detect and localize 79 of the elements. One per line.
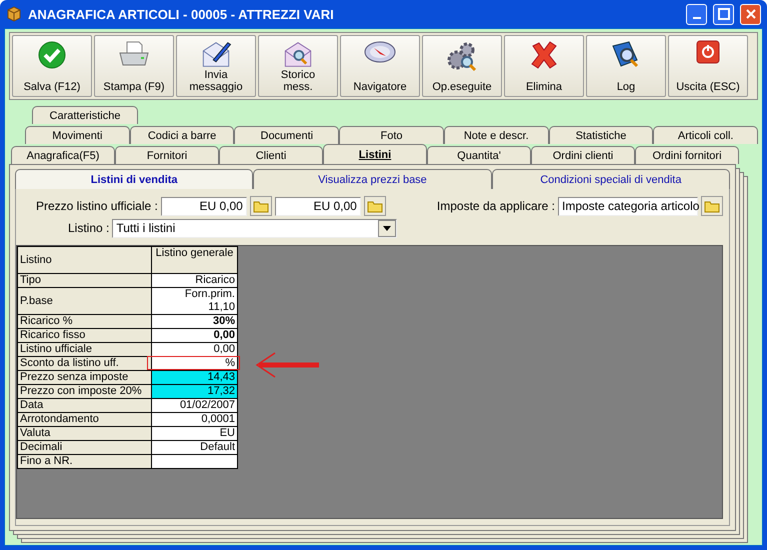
table-cell: Arrotondamento — [18, 412, 152, 426]
toolbar-button[interactable]: Op.eseguite — [422, 35, 502, 97]
table-cell: 14,43 — [152, 370, 238, 384]
compass-icon — [363, 40, 397, 64]
field-label: Prezzo listino ufficiale : — [36, 199, 158, 213]
subtab[interactable]: Condizioni speciali di vendita — [492, 169, 730, 189]
tab[interactable]: Anagrafica(F5) — [11, 146, 115, 164]
tax-field[interactable]: Imposte categoria articolo — [558, 196, 698, 216]
close-button[interactable] — [740, 4, 761, 24]
tab[interactable]: Note e descr. — [444, 126, 549, 144]
subtab[interactable]: Listini di vendita — [15, 169, 254, 189]
table-cell: 01/02/2007 — [152, 398, 238, 412]
table-cell: Valuta — [18, 426, 152, 440]
tab[interactable]: Clienti — [219, 146, 323, 164]
table-cell: Ricarico — [152, 274, 238, 288]
tab[interactable]: Statistiche — [548, 126, 654, 144]
delete-icon — [529, 40, 559, 70]
table-cell: EU — [152, 426, 238, 440]
tab[interactable]: Movimenti — [25, 126, 130, 144]
table-cell: Ricarico fisso — [18, 328, 152, 342]
tab[interactable]: Fornitori — [115, 146, 219, 164]
window-title: ANAGRAFICA ARTICOLI - 00005 - ATTREZZI VARI — [28, 6, 335, 22]
toolbar-button[interactable]: Navigatore — [340, 35, 420, 97]
gears-magnifier-icon — [445, 40, 479, 74]
table-cell: 30% — [152, 314, 238, 328]
tab[interactable]: Documenti — [234, 126, 340, 144]
check-icon — [37, 40, 67, 70]
price-field[interactable]: EU 0,00 — [274, 196, 361, 216]
table-cell: 17,32 — [152, 384, 238, 398]
close-icon — [744, 8, 756, 20]
maximize-button[interactable] — [713, 4, 734, 24]
tab[interactable]: Ordini clienti — [531, 146, 635, 164]
tab[interactable]: Quantita' — [427, 146, 531, 164]
listino-dropdown[interactable]: Tutti i listini — [112, 218, 398, 238]
table-cell: Listino ufficiale — [18, 342, 152, 356]
table-cell: Tipo — [18, 274, 152, 288]
folder-icon — [252, 199, 269, 213]
package-icon — [6, 6, 22, 22]
caret-icon — [383, 226, 392, 230]
table-cell: Fino a NR. — [18, 454, 152, 468]
power-icon — [696, 40, 720, 64]
toolbar-button[interactable]: Invia messaggio — [176, 35, 256, 97]
minimize-icon — [692, 17, 700, 19]
tab[interactable]: Ordini fornitori — [635, 146, 739, 164]
table-cell: Decimali — [18, 440, 152, 454]
tab[interactable]: Caratteristiche — [32, 106, 138, 124]
tab[interactable]: Articoli coll. — [653, 126, 758, 144]
toolbar-button[interactable]: Elimina — [504, 35, 584, 97]
toolbar-button[interactable]: Salva (F12) — [12, 35, 92, 97]
subtab[interactable]: Visualizza prezzi base — [253, 169, 492, 189]
field-label: Listino : — [68, 221, 110, 235]
table-header: Listino — [18, 246, 152, 274]
folder-button[interactable] — [250, 196, 272, 216]
toolbar-button[interactable]: Storico mess. — [258, 35, 338, 97]
price-field[interactable]: EU 0,00 — [160, 196, 247, 216]
table-cell: P.base — [18, 288, 152, 314]
toolbar-button[interactable]: Log — [586, 35, 666, 97]
toolbar-button[interactable]: Uscita (ESC) — [668, 35, 748, 97]
table-cell: Data — [18, 398, 152, 412]
tab[interactable]: Listini — [323, 144, 427, 164]
table-cell: Prezzo senza imposte — [18, 370, 152, 384]
table-cell: Ricarico % — [18, 314, 152, 328]
table-header: Listino generale — [152, 246, 238, 274]
toolbar-button[interactable]: Stampa (F9) — [94, 35, 174, 97]
table-cell: 0,0001 — [152, 412, 238, 426]
table-cell: Sconto da listino uff. — [18, 356, 152, 370]
table-cell: 0,00 — [152, 328, 238, 342]
folder-icon — [366, 199, 383, 213]
folder-button[interactable] — [701, 196, 723, 216]
dropdown-button[interactable] — [378, 220, 396, 236]
minimize-button[interactable] — [686, 4, 707, 24]
maximize-icon — [718, 8, 730, 20]
tab[interactable]: Foto — [339, 126, 444, 144]
table-cell: Default — [152, 440, 238, 454]
field-label: Imposte da applicare : — [436, 199, 555, 213]
folder-icon — [704, 199, 720, 213]
table-cell: Forn.prim. 11,10 — [152, 288, 238, 314]
tab[interactable]: Codici a barre — [130, 126, 234, 144]
table-cell: Prezzo con imposte 20% — [18, 384, 152, 398]
